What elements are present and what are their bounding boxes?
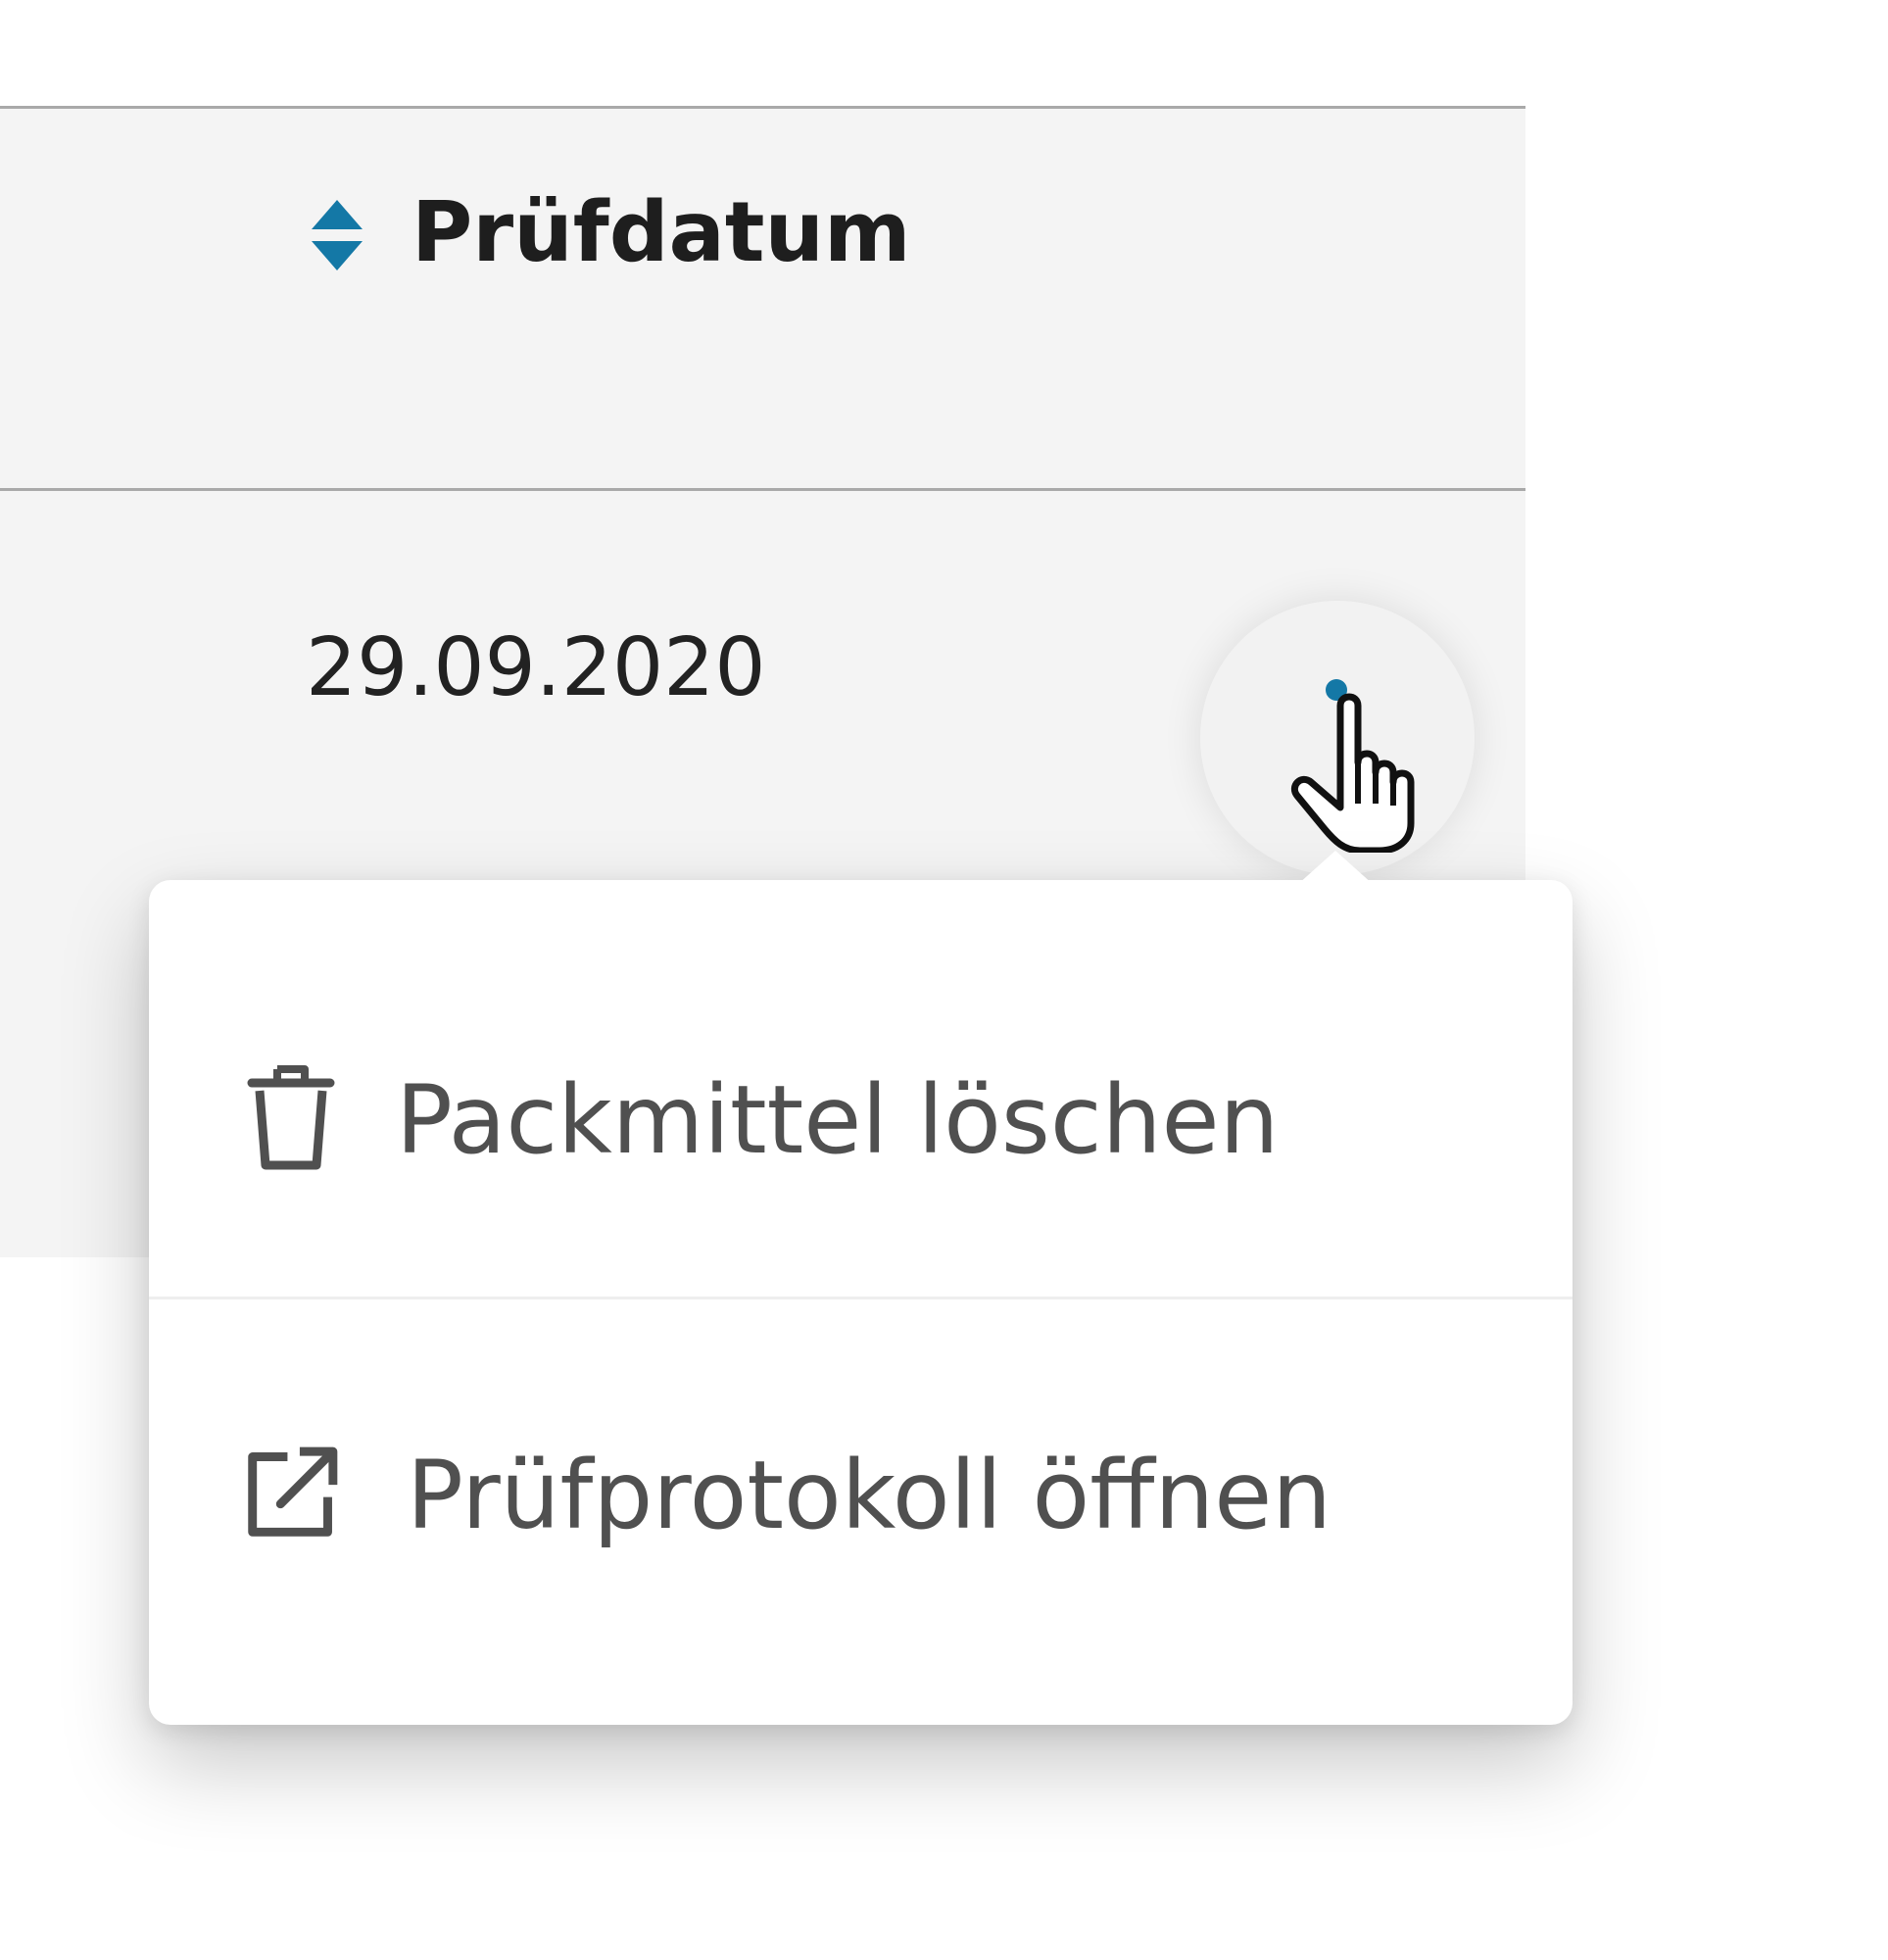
menu-item-delete-packmittel[interactable]: Packmittel löschen (149, 973, 1573, 1267)
menu-item-open-pruefprotokoll[interactable]: Prüfprotokoll öffnen (149, 1348, 1573, 1642)
external-link-icon (248, 1446, 338, 1537)
menu-item-label: Packmittel löschen (396, 1065, 1280, 1175)
hand-pointer-icon (1290, 693, 1415, 853)
menu-caret (1279, 851, 1392, 902)
sort-icon[interactable] (308, 196, 366, 274)
menu-divider (149, 1297, 1573, 1299)
column-header-pruefdatum[interactable]: Prüfdatum (411, 184, 911, 282)
menu-item-label: Prüfprotokoll öffnen (407, 1441, 1332, 1550)
trash-icon (247, 1065, 335, 1170)
row-context-menu: Packmittel löschen Prüfprotokoll öffnen (149, 880, 1573, 1725)
page: Prüfdatum 29.09.2020 Packmittel löschen (0, 0, 1888, 1960)
table-header-row (0, 106, 1525, 491)
pruefdatum-cell: 29.09.2020 (306, 621, 766, 714)
